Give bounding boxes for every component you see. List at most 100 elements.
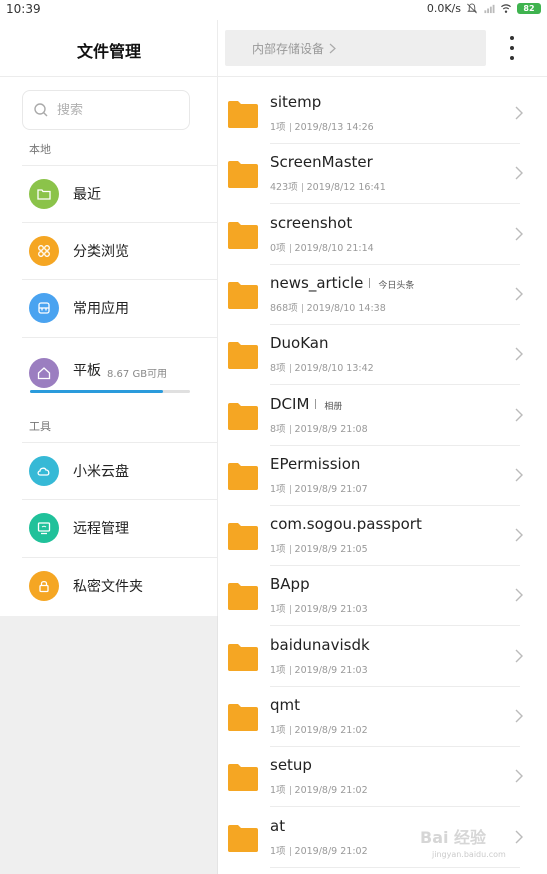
folder-row[interactable]: sitemp 1项 2019/8/13 14:26	[228, 85, 528, 145]
folder-item-count: 8项	[270, 363, 286, 375]
folder-icon	[29, 179, 59, 209]
folder-item-count: 0项	[270, 242, 286, 254]
sidebar-item-private-folder[interactable]: 私密文件夹	[22, 557, 218, 614]
watermark-logo: Bai 经验	[420, 828, 487, 847]
sidebar-item-categories[interactable]: 分类浏览	[22, 222, 218, 279]
sidebar-item-remote-manage[interactable]: 远程管理	[22, 499, 218, 556]
folder-meta: 1项 2019/8/9 21:03	[270, 601, 368, 615]
folder-app-tag: 相册	[324, 401, 343, 412]
chevron-right-icon	[515, 709, 523, 723]
watermark-url: jingyan.baidu.com	[432, 850, 506, 859]
sidebar-item-label: 小米云盘	[73, 464, 129, 480]
folder-row[interactable]: EPermission 1项 2019/8/9 21:07	[228, 447, 528, 507]
folder-modified-date: 2019/8/10 21:14	[294, 242, 374, 254]
folder-item-count: 868项	[270, 302, 298, 314]
folder-icon	[228, 462, 258, 490]
folder-row[interactable]: DCIM 相册 8项 2019/8/9 21:08	[228, 387, 528, 447]
folder-row[interactable]: com.sogou.passport 1项 2019/8/9 21:05	[228, 507, 528, 567]
divider	[218, 76, 547, 77]
folder-meta: 1项 2019/8/9 21:02	[270, 782, 368, 796]
row-divider	[270, 806, 520, 808]
folder-meta: 1项 2019/8/9 21:02	[270, 843, 368, 857]
battery-icon: 82	[517, 3, 541, 14]
sidebar-item-mi-cloud[interactable]: 小米云盘	[22, 442, 218, 499]
search-box[interactable]	[22, 90, 190, 130]
folder-row[interactable]: BApp 1项 2019/8/9 21:03	[228, 567, 528, 627]
folder-modified-date: 2019/8/9 21:02	[294, 785, 368, 797]
row-divider	[270, 384, 520, 386]
row-divider	[270, 866, 520, 868]
folder-row[interactable]: qmt 1项 2019/8/9 21:02	[228, 688, 528, 748]
folder-modified-date: 2019/8/9 21:05	[294, 544, 368, 556]
folder-name: baidunavisdk	[270, 635, 370, 654]
folder-row[interactable]: setup 1项 2019/8/9 21:02	[228, 748, 528, 808]
chevron-right-icon	[515, 649, 523, 663]
sidebar-item-label: 远程管理	[73, 521, 129, 537]
search-input[interactable]	[57, 102, 177, 118]
wifi-icon	[501, 4, 511, 13]
folder-name: ScreenMaster	[270, 153, 373, 172]
folder-meta: 0项 2019/8/10 21:14	[270, 240, 374, 254]
folder-modified-date: 2019/8/9 21:03	[294, 604, 368, 616]
chevron-right-icon	[515, 106, 523, 120]
folder-name: EPermission	[270, 454, 361, 473]
storage-progress-fill	[30, 390, 163, 393]
folder-name: sitemp	[270, 93, 322, 111]
chevron-right-icon	[515, 166, 523, 180]
folder-item-count: 8项	[270, 423, 286, 435]
folder-modified-date: 2019/8/9 21:08	[294, 423, 368, 435]
folder-modified-date: 2019/8/13 14:26	[294, 122, 374, 133]
more-options-icon[interactable]	[505, 36, 519, 60]
folder-name: setup	[270, 756, 312, 775]
sidebar-item-recent[interactable]: 最近	[22, 165, 218, 222]
folder-item-count: 1项	[270, 483, 286, 495]
row-divider	[270, 746, 520, 747]
folder-item-count: 1项	[270, 785, 286, 797]
row-divider	[270, 685, 520, 687]
folder-meta: 8项 2019/8/10 13:42	[270, 360, 374, 374]
cloud-icon	[29, 456, 59, 486]
network-speed: 0.0K/s	[426, 2, 461, 15]
folder-icon	[228, 583, 258, 611]
folder-row[interactable]: news_article 今日头条 868项 2019/8/10 14:38	[228, 266, 528, 326]
status-bar: 10:39 0.0K/s 82	[0, 0, 547, 20]
folder-item-count: 1项	[270, 544, 286, 556]
folder-row[interactable]: DuoKan 8项 2019/8/10 13:42	[228, 326, 528, 386]
folder-name: BApp	[270, 575, 310, 594]
folder-icon	[228, 402, 258, 430]
folder-meta: 1项 2019/8/9 21:07	[270, 481, 368, 495]
folder-icon	[228, 643, 258, 671]
folder-row[interactable]: screenshot 0项 2019/8/10 21:14	[228, 206, 528, 266]
folder-row[interactable]: baidunavisdk 1项 2019/8/9 21:03	[228, 628, 528, 688]
breadcrumb-internal-storage[interactable]: 内部存储设备	[252, 40, 324, 57]
folder-item-count: 1项	[270, 845, 286, 857]
row-divider	[270, 203, 520, 205]
status-time: 10:39	[6, 2, 41, 16]
storage-progress-bar	[30, 390, 190, 393]
status-indicators: 0.0K/s 82	[427, 2, 541, 15]
chevron-right-icon	[515, 528, 523, 542]
folder-row[interactable]: ScreenMaster 423项 2019/8/12 16:41	[228, 145, 528, 205]
folder-icon	[228, 101, 258, 128]
chevron-right-icon	[515, 408, 523, 421]
search-icon	[34, 103, 48, 117]
chevron-right-icon	[515, 588, 523, 602]
folder-modified-date: 2019/8/9 21:03	[294, 664, 368, 676]
sidebar-item-apps[interactable]: 常用应用	[22, 279, 218, 336]
sidebar-item-label: 私密文件夹	[73, 579, 143, 595]
folder-meta: 8项 2019/8/9 21:08	[270, 421, 368, 435]
chevron-right-icon	[515, 287, 523, 301]
sidebar-item-tablet-storage[interactable]: 平板 8.67 GB可用	[22, 337, 218, 405]
chevron-right-icon	[515, 830, 523, 844]
folder-name: qmt	[270, 696, 301, 714]
folder-item-count: 1项	[270, 664, 286, 676]
breadcrumb[interactable]: 内部存储设备	[225, 30, 486, 66]
row-divider	[270, 625, 520, 627]
row-divider	[270, 263, 520, 265]
folder-app-tag: 今日头条	[378, 280, 415, 291]
folder-icon	[228, 342, 258, 370]
sidebar: 文件管理 本地 最近 分类浏览 常用应用 平板 8.67 GB可用 工具	[0, 20, 218, 616]
folder-meta: 423项 2019/8/12 16:41	[270, 179, 386, 193]
folder-name: DCIM 相册	[270, 394, 343, 413]
folder-meta: 1项 2019/8/9 21:02	[270, 722, 368, 736]
